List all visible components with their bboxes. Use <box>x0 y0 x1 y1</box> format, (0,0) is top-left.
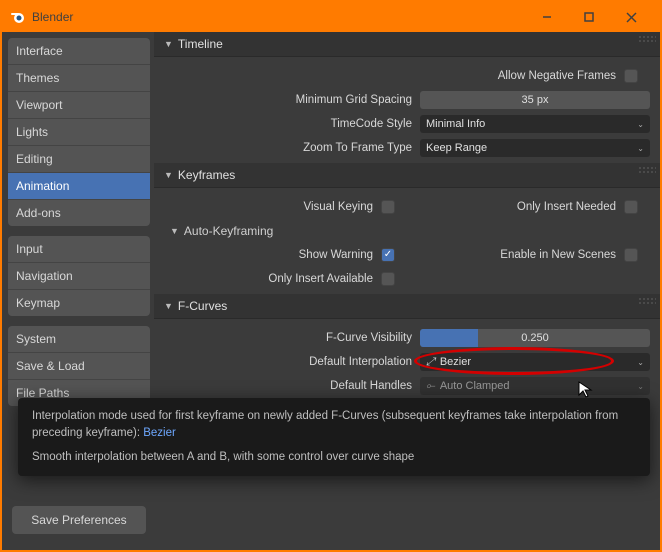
default-interpolation-value: Bezier <box>440 356 471 368</box>
tooltip-line-2: Smooth interpolation between A and B, wi… <box>32 449 636 466</box>
blender-icon <box>10 9 26 25</box>
fcurve-visibility-value: 0.250 <box>521 332 549 344</box>
fcurve-visibility-label: F-Curve Visibility <box>164 332 420 344</box>
window-title: Blender <box>32 10 526 24</box>
sidebar-group-3: System Save & Load File Paths <box>8 326 150 406</box>
disclosure-down-icon: ▼ <box>164 39 173 49</box>
tooltip-line-1: Interpolation mode used for first keyfra… <box>32 408 636 443</box>
default-handles-select[interactable]: ⟜ Auto Clamped ⌄ <box>420 377 650 395</box>
panel-title-timeline: Timeline <box>178 37 223 51</box>
chevron-down-icon: ⌄ <box>637 358 644 367</box>
sidebar-item-themes[interactable]: Themes <box>8 65 150 92</box>
visual-keying-checkbox[interactable] <box>381 200 395 214</box>
sidebar-item-editing[interactable]: Editing <box>8 146 150 173</box>
panel-header-timeline[interactable]: ▼ Timeline <box>154 32 660 57</box>
save-preferences-button[interactable]: Save Preferences <box>12 506 146 534</box>
drag-grip-icon[interactable] <box>638 35 656 43</box>
zoom-frame-label: Zoom To Frame Type <box>164 142 420 154</box>
drag-grip-icon[interactable] <box>638 166 656 174</box>
bezier-icon: ⤢ <box>426 356 435 369</box>
sidebar-group-1: Interface Themes Viewport Lights Editing… <box>8 38 150 226</box>
default-interpolation-select[interactable]: ⤢ Bezier ⌄ <box>420 353 650 371</box>
sidebar-item-saveload[interactable]: Save & Load <box>8 353 150 380</box>
handles-icon: ⟜ <box>426 380 435 393</box>
allow-negative-frames-label: Allow Negative Frames <box>407 70 624 82</box>
timecode-label: TimeCode Style <box>164 118 420 130</box>
sidebar-item-system[interactable]: System <box>8 326 150 353</box>
allow-negative-frames-checkbox[interactable] <box>624 69 638 83</box>
min-grid-field[interactable]: 35 px <box>420 91 650 109</box>
zoom-frame-select[interactable]: Keep Range ⌄ <box>420 139 650 157</box>
panel-title-fcurves: F-Curves <box>178 299 227 313</box>
tooltip-highlight: Bezier <box>143 427 176 439</box>
auto-keyframing-subheader[interactable]: ▼ Auto-Keyframing <box>164 220 650 242</box>
min-grid-label: Minimum Grid Spacing <box>164 94 420 106</box>
disclosure-down-icon: ▼ <box>170 226 179 236</box>
drag-grip-icon[interactable] <box>638 297 656 305</box>
panel-body-fcurves: F-Curve Visibility 0.250 Default Interpo… <box>154 319 660 401</box>
panel-body-timeline: Allow Negative Frames Minimum Grid Spaci… <box>154 57 660 163</box>
timecode-value: Minimal Info <box>426 118 485 130</box>
only-insert-needed-checkbox[interactable] <box>624 200 638 214</box>
min-grid-value: 35 px <box>522 94 549 106</box>
maximize-button[interactable] <box>568 3 610 31</box>
panel-header-fcurves[interactable]: ▼ F-Curves <box>154 294 660 319</box>
sidebar-group-2: Input Navigation Keymap <box>8 236 150 316</box>
disclosure-down-icon: ▼ <box>164 301 173 311</box>
only-insert-available-checkbox[interactable] <box>381 272 395 286</box>
chevron-down-icon: ⌄ <box>637 382 644 391</box>
minimize-button[interactable] <box>526 3 568 31</box>
window-controls <box>526 3 652 31</box>
sidebar-item-input[interactable]: Input <box>8 236 150 263</box>
chevron-down-icon: ⌄ <box>637 120 644 129</box>
sidebar-item-interface[interactable]: Interface <box>8 38 150 65</box>
enable-new-scenes-label: Enable in New Scenes <box>407 249 624 261</box>
enable-new-scenes-checkbox[interactable] <box>624 248 638 262</box>
timecode-select[interactable]: Minimal Info ⌄ <box>420 115 650 133</box>
auto-keyframing-label: Auto-Keyframing <box>184 224 273 238</box>
sidebar-item-viewport[interactable]: Viewport <box>8 92 150 119</box>
fcurve-visibility-slider[interactable]: 0.250 <box>420 329 650 347</box>
panel-title-keyframes: Keyframes <box>178 168 235 182</box>
tooltip-text: Interpolation mode used for first keyfra… <box>32 410 618 439</box>
sidebar-item-navigation[interactable]: Navigation <box>8 263 150 290</box>
app-window: Blender Interface Themes Viewport Lights… <box>0 0 662 552</box>
visual-keying-label: Visual Keying <box>164 201 381 213</box>
close-button[interactable] <box>610 3 652 31</box>
chevron-down-icon: ⌄ <box>637 144 644 153</box>
only-insert-needed-label: Only Insert Needed <box>407 201 624 213</box>
titlebar: Blender <box>2 2 660 32</box>
disclosure-down-icon: ▼ <box>164 170 173 180</box>
sidebar-item-lights[interactable]: Lights <box>8 119 150 146</box>
slider-fill <box>420 329 478 347</box>
panel-body-keyframes: Visual Keying Only Insert Needed ▼ Auto-… <box>154 188 660 294</box>
tooltip: Interpolation mode used for first keyfra… <box>18 398 650 476</box>
default-handles-label: Default Handles <box>164 380 420 392</box>
show-warning-checkbox[interactable] <box>381 248 395 262</box>
sidebar-item-addons[interactable]: Add-ons <box>8 200 150 226</box>
panel-header-keyframes[interactable]: ▼ Keyframes <box>154 163 660 188</box>
show-warning-label: Show Warning <box>164 249 381 261</box>
sidebar-item-animation[interactable]: Animation <box>8 173 150 200</box>
default-handles-value: Auto Clamped <box>440 380 510 392</box>
default-interpolation-label: Default Interpolation <box>164 356 420 368</box>
zoom-frame-value: Keep Range <box>426 142 487 154</box>
sidebar-item-keymap[interactable]: Keymap <box>8 290 150 316</box>
only-insert-available-label: Only Insert Available <box>164 273 381 285</box>
